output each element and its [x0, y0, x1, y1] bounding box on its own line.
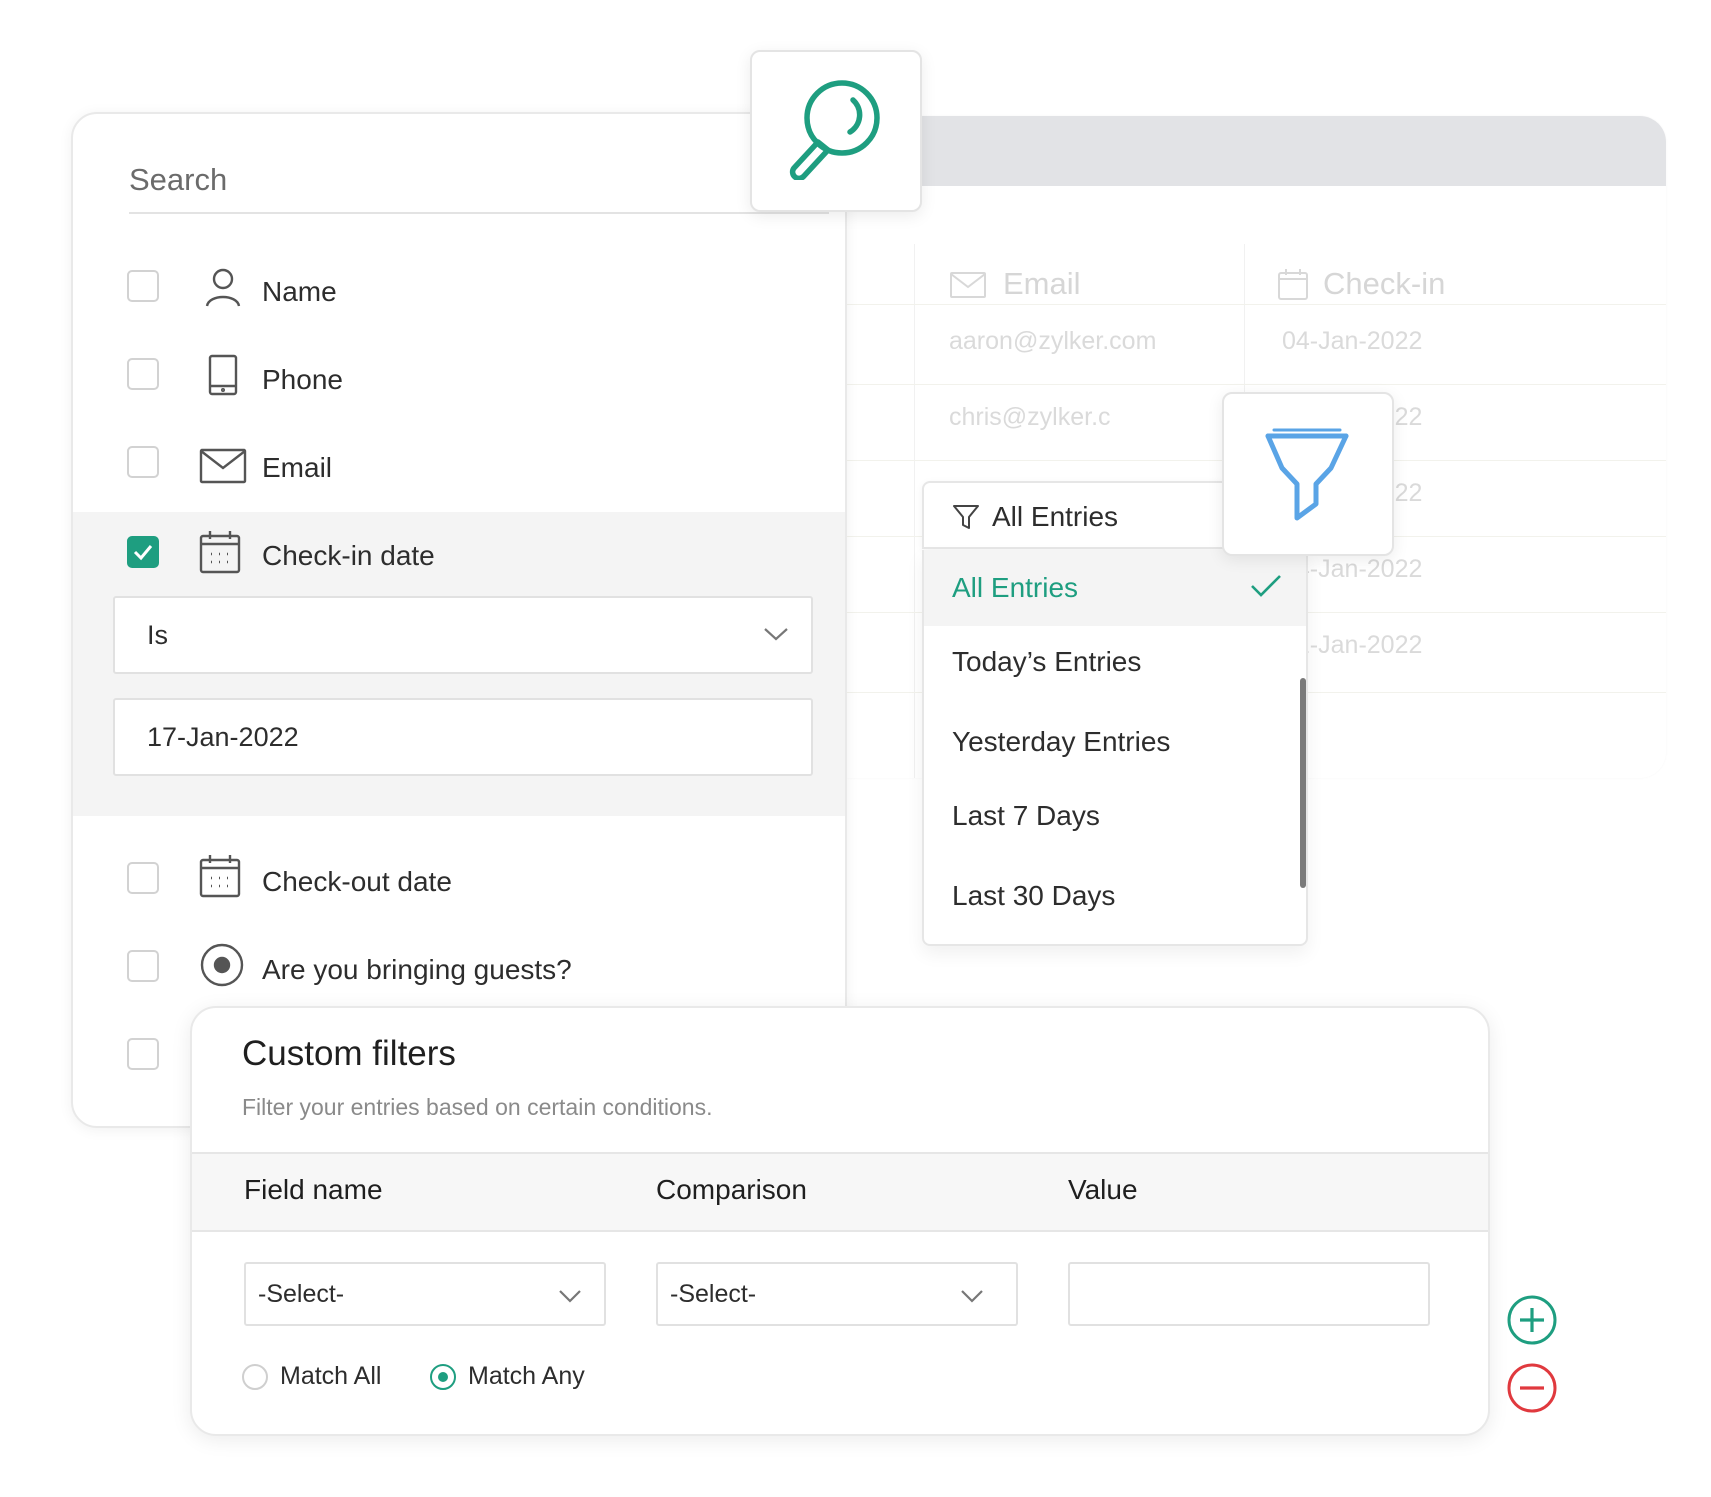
search-icon-card[interactable] [750, 50, 922, 212]
chevron-down-icon [961, 1290, 983, 1303]
minus-circle-icon [1507, 1363, 1557, 1413]
row-divider [760, 384, 1666, 385]
column-header-value: Value [1068, 1174, 1138, 1205]
filter-icon [952, 503, 980, 536]
mail-icon [199, 448, 247, 489]
comparison-select-value: -Select- [670, 1280, 757, 1308]
plus-circle-icon [1507, 1295, 1557, 1345]
custom-filters-card: Custom filters Filter your entries based… [190, 1006, 1490, 1436]
check-icon [133, 545, 153, 561]
calendar-icon [1278, 268, 1308, 305]
match-any-radio[interactable] [430, 1364, 456, 1390]
menu-item-last-7-days[interactable]: Last 7 Days [924, 778, 1306, 854]
custom-filters-subtitle: Filter your entries based on certain con… [242, 1094, 713, 1120]
checkout-checkbox[interactable] [127, 862, 159, 894]
menu-item-yesterday-entries[interactable]: Yesterday Entries [924, 704, 1306, 780]
entries-dropdown-menu: All Entries Today’s Entries Yesterday En… [922, 550, 1308, 946]
radio-icon [199, 942, 245, 993]
comparison-select[interactable]: -Select- [656, 1262, 1018, 1326]
dropdown-scrollbar[interactable] [1300, 678, 1306, 888]
guests-checkbox[interactable] [127, 950, 159, 982]
remove-condition-button[interactable] [1506, 1362, 1558, 1419]
cell-email: chris@zylker.c [949, 403, 1111, 431]
add-condition-button[interactable] [1506, 1294, 1558, 1351]
field-checkbox[interactable] [127, 1038, 159, 1070]
chevron-down-icon [559, 1290, 581, 1303]
calendar-icon [199, 854, 241, 903]
column-header-field-name: Field name [244, 1174, 383, 1205]
filter-icon-card[interactable] [1222, 392, 1394, 556]
value-input[interactable] [1068, 1262, 1430, 1326]
column-divider [914, 244, 915, 778]
column-header-email: Email [1003, 266, 1081, 301]
field-label-checkout: Check-out date [262, 866, 452, 897]
dropdown-selected-label: All Entries [992, 501, 1119, 532]
search-input[interactable] [129, 148, 829, 214]
field-label-email: Email [262, 452, 333, 483]
menu-item-todays-entries[interactable]: Today’s Entries [924, 624, 1306, 700]
field-label-guests: Are you bringing guests? [262, 954, 572, 985]
field-name-select-value: -Select- [258, 1280, 345, 1308]
match-all-radio[interactable] [242, 1364, 268, 1390]
comparison-select[interactable]: Is [113, 596, 813, 674]
phone-checkbox[interactable] [127, 358, 159, 390]
column-header-comparison: Comparison [656, 1174, 807, 1205]
email-checkbox[interactable] [127, 446, 159, 478]
cell-checkin: 04-Jan-2022 [1282, 327, 1423, 355]
field-name-select[interactable]: -Select- [244, 1262, 606, 1326]
calendar-icon [199, 530, 241, 579]
comparison-value: Is [147, 620, 169, 650]
date-value: 17-Jan-2022 [147, 722, 299, 752]
check-icon [1251, 575, 1281, 597]
chevron-down-icon [763, 626, 789, 647]
row-divider [760, 304, 1666, 305]
field-search-panel: Name Phone Email Check-in date Is 17-Jan… [71, 112, 847, 1128]
checkin-filter-block: Check-in date Is 17-Jan-2022 [73, 512, 845, 816]
field-label-name: Name [262, 276, 337, 307]
name-checkbox[interactable] [127, 270, 159, 302]
custom-filters-header: Field name Comparison Value [192, 1152, 1488, 1232]
search-icon [784, 76, 888, 185]
phone-icon [208, 354, 238, 401]
match-all-label: Match All [280, 1362, 382, 1390]
menu-item-last-30-days[interactable]: Last 30 Days [924, 858, 1306, 934]
mail-icon [950, 272, 986, 303]
field-label-phone: Phone [262, 364, 343, 395]
column-header-checkin: Check-in [1323, 266, 1446, 301]
user-icon [205, 268, 241, 313]
checkin-checkbox[interactable] [127, 536, 159, 568]
custom-filters-title: Custom filters [242, 1034, 456, 1073]
field-label-checkin: Check-in date [262, 540, 435, 571]
funnel-icon [1264, 426, 1350, 527]
match-any-label: Match Any [468, 1362, 585, 1390]
cell-email: aaron@zylker.com [949, 327, 1157, 355]
row-divider [760, 460, 1666, 461]
date-value-input[interactable]: 17-Jan-2022 [113, 698, 813, 776]
menu-item-all-entries[interactable]: All Entries [924, 550, 1306, 626]
